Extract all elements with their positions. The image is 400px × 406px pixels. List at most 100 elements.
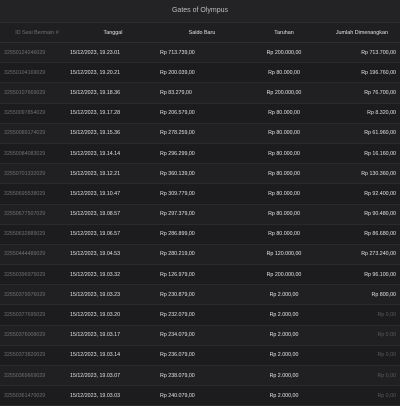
win-amount-cell: Rp 8.320,00 (320, 103, 400, 124)
date-cell: 15/12/2023, 19.12.21 (70, 163, 156, 185)
win-amount-cell: Rp 0,00 (320, 325, 400, 346)
date-cell: 15/12/2023, 19.04.53 (70, 244, 156, 266)
bet-cell: Rp 80.000,00 (248, 62, 320, 84)
table-row[interactable]: 32550361470029 15/12/2023, 19.03.03 Rp 240… (0, 385, 400, 406)
session-id-cell: 32550373820029 (0, 345, 70, 367)
new-balance-cell: Rp 280.219,00 (156, 244, 248, 266)
date-cell: 15/12/2023, 19.03.14 (70, 345, 156, 367)
win-amount-cell: Rp 0,00 (320, 345, 400, 367)
table-row[interactable]: 32550104169029 15/12/2023, 19.20.21 Rp 200… (0, 62, 400, 84)
session-id-cell: 32550444489029 (0, 244, 70, 266)
table-row[interactable]: 32550396975029 15/12/2023, 19.03.32 Rp 126… (0, 264, 400, 286)
new-balance-cell: Rp 200.039,00 (156, 62, 248, 84)
game-title: Gates of Olympus (171, 7, 229, 14)
new-balance-cell: Rp 126.979,00 (156, 264, 248, 286)
win-amount-cell: Rp 90.480,00 (320, 204, 400, 225)
new-balance-cell: Rp 360.139,00 (156, 163, 248, 185)
session-id-cell: 32550377695029 (0, 304, 70, 326)
bet-cell: Rp 80.000,00 (248, 123, 320, 144)
date-cell: 15/12/2023, 19.23.01 (70, 42, 156, 64)
win-amount-cell: Rp 61.960,00 (320, 123, 400, 144)
bet-cell: Rp 2.000,00 (248, 365, 320, 387)
win-amount-cell: Rp 800,00 (320, 284, 400, 306)
win-amount-cell: Rp 0,00 (320, 365, 400, 387)
table-row[interactable]: 32550373820029 15/12/2023, 19.03.14 Rp 236… (0, 345, 400, 367)
new-balance-cell: Rp 240.079,00 (156, 385, 248, 406)
table-body: 32550124246029 15/12/2023, 19.23.01 Rp 713… (0, 42, 400, 406)
new-balance-cell: Rp 278.259,00 (156, 123, 248, 144)
bet-cell: Rp 2.000,00 (248, 345, 320, 367)
session-id-cell: 32550097854029 (0, 103, 70, 124)
table-row[interactable]: 32550097854029 15/12/2023, 19.17.28 Rp 206… (0, 103, 400, 124)
bet-cell: Rp 200.000,00 (248, 264, 320, 286)
date-cell: 15/12/2023, 19.14.14 (70, 143, 156, 165)
bet-cell: Rp 120.000,00 (248, 244, 320, 266)
bet-cell: Rp 200.000,00 (248, 82, 320, 104)
date-cell: 15/12/2023, 19.03.32 (70, 264, 156, 286)
new-balance-cell: Rp 83.279,00 (156, 82, 248, 104)
session-id-cell: 32550677507029 (0, 204, 70, 225)
table-row[interactable]: 32550369669029 15/12/2023, 19.03.07 Rp 238… (0, 365, 400, 387)
session-id-cell: 32550701332029 (0, 163, 70, 185)
table-row[interactable]: 32550701332029 15/12/2023, 19.12.21 Rp 360… (0, 163, 400, 185)
session-id-cell: 32550124246029 (0, 42, 70, 64)
new-balance-cell: Rp 297.379,00 (156, 204, 248, 225)
date-cell: 15/12/2023, 19.08.57 (70, 204, 156, 225)
table-row[interactable]: 32550377695029 15/12/2023, 19.03.20 Rp 232… (0, 304, 400, 326)
session-id-cell: 32550104169029 (0, 62, 70, 84)
table-row[interactable]: 32550677507029 15/12/2023, 19.08.57 Rp 297… (0, 204, 400, 225)
new-balance-cell: Rp 286.899,00 (156, 224, 248, 245)
new-balance-cell: Rp 230.879,00 (156, 284, 248, 306)
win-amount-cell: Rp 196.760,00 (320, 62, 400, 84)
table-row[interactable]: 32550124246029 15/12/2023, 19.23.01 Rp 713… (0, 42, 400, 64)
bet-cell: Rp 80.000,00 (248, 183, 320, 205)
date-cell: 15/12/2023, 19.20.21 (70, 62, 156, 84)
new-balance-cell: Rp 713.739,00 (156, 42, 248, 64)
win-amount-cell: Rp 130.360,00 (320, 163, 400, 185)
date-cell: 15/12/2023, 19.03.07 (70, 365, 156, 387)
date-cell: 15/12/2023, 19.10.47 (70, 183, 156, 205)
date-cell: 15/12/2023, 19.03.23 (70, 284, 156, 306)
date-cell: 15/12/2023, 19.18.36 (70, 82, 156, 104)
column-header-new-balance: Saldo Baru (156, 23, 248, 43)
bet-cell: Rp 2.000,00 (248, 325, 320, 346)
new-balance-cell: Rp 236.079,00 (156, 345, 248, 367)
win-amount-cell: Rp 0,00 (320, 304, 400, 326)
column-header-session-id: ID Sesi Bermain # (0, 23, 70, 43)
bet-cell: Rp 80.000,00 (248, 103, 320, 124)
new-balance-cell: Rp 296.299,00 (156, 143, 248, 165)
bet-cell: Rp 80.000,00 (248, 204, 320, 225)
game-history-table: ID Sesi Bermain # Tanggal Saldo Baru Tar… (0, 23, 400, 406)
table-header-row: ID Sesi Bermain # Tanggal Saldo Baru Tar… (0, 23, 400, 43)
table-row[interactable]: 32550084083029 15/12/2023, 19.14.14 Rp 296… (0, 143, 400, 165)
table-row[interactable]: 32550379976029 15/12/2023, 19.03.23 Rp 230… (0, 284, 400, 306)
date-cell: 15/12/2023, 19.17.28 (70, 103, 156, 124)
session-id-cell: 32550396975029 (0, 264, 70, 286)
table-row[interactable]: 32550376008029 15/12/2023, 19.03.17 Rp 234… (0, 325, 400, 346)
session-id-cell: 32550379976029 (0, 284, 70, 306)
session-id-cell: 32550632889029 (0, 224, 70, 245)
new-balance-cell: Rp 206.579,00 (156, 103, 248, 124)
session-id-cell: 32550376008029 (0, 325, 70, 346)
session-id-cell: 32550361470029 (0, 385, 70, 406)
table-row[interactable]: 32550444489029 15/12/2023, 19.04.53 Rp 280… (0, 244, 400, 266)
page-header: Gates of Olympus (0, 0, 400, 23)
bet-cell: Rp 80.000,00 (248, 143, 320, 165)
table-row[interactable]: 32550632889029 15/12/2023, 19.06.57 Rp 286… (0, 224, 400, 245)
bet-cell: Rp 80.000,00 (248, 224, 320, 245)
table-row[interactable]: 32550089174029 15/12/2023, 19.15.36 Rp 278… (0, 123, 400, 144)
new-balance-cell: Rp 309.779,00 (156, 183, 248, 205)
bet-cell: Rp 2.000,00 (248, 304, 320, 326)
date-cell: 15/12/2023, 19.03.03 (70, 385, 156, 406)
win-amount-cell: Rp 76.700,00 (320, 82, 400, 104)
date-cell: 15/12/2023, 19.03.20 (70, 304, 156, 326)
win-amount-cell: Rp 96.100,00 (320, 264, 400, 286)
win-amount-cell: Rp 273.240,00 (320, 244, 400, 266)
bet-cell: Rp 2.000,00 (248, 385, 320, 406)
bet-cell: Rp 80.000,00 (248, 163, 320, 185)
session-id-cell: 32550369669029 (0, 365, 70, 387)
new-balance-cell: Rp 238.079,00 (156, 365, 248, 387)
table-row[interactable]: 32550107669029 15/12/2023, 19.18.36 Rp 83.… (0, 82, 400, 104)
table-row[interactable]: 32550695538029 15/12/2023, 19.10.47 Rp 309… (0, 183, 400, 205)
column-header-date: Tanggal (70, 23, 156, 43)
